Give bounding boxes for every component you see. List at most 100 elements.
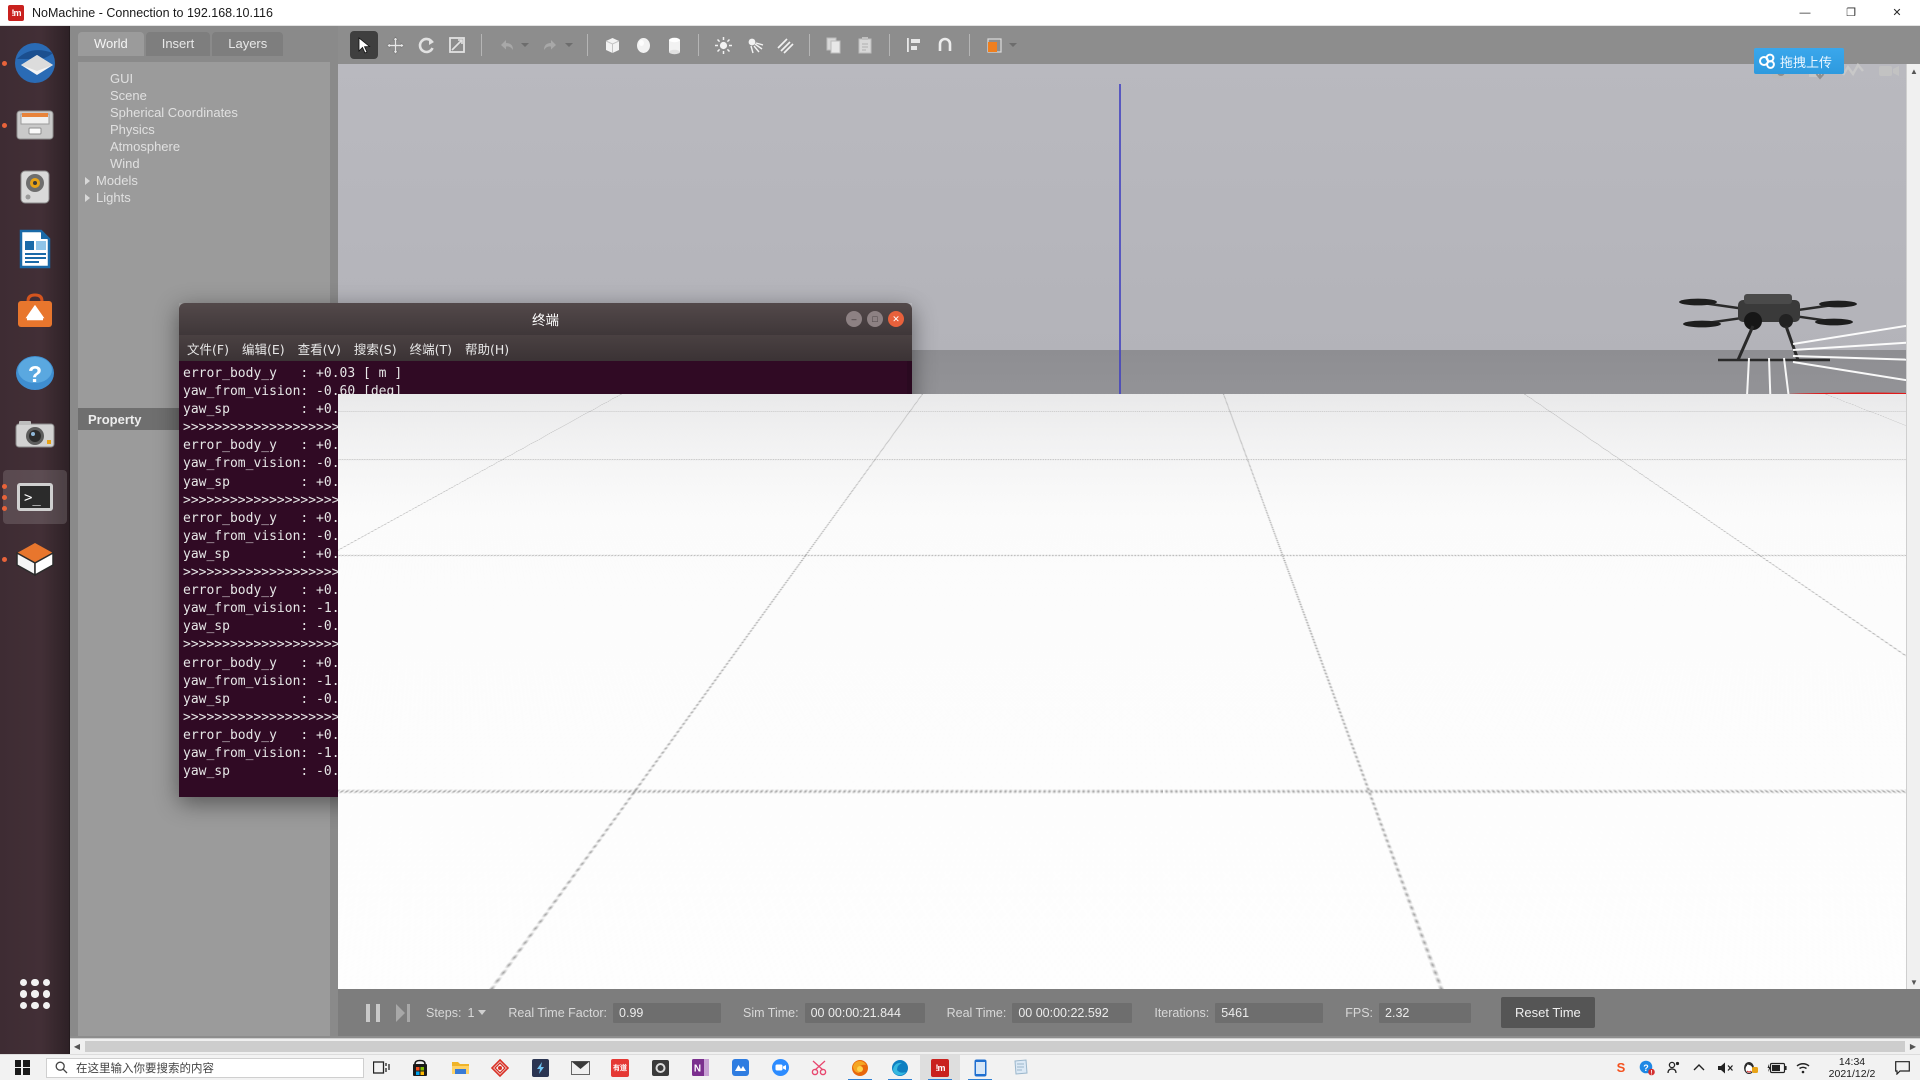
undo-dropdown-caret-icon[interactable] [521, 43, 529, 47]
insert-sphere-icon[interactable] [629, 31, 657, 59]
scroll-left-arrow-icon[interactable]: ◀ [70, 1040, 84, 1054]
taskbar-app-camera[interactable] [640, 1055, 680, 1080]
remote-desktop-area[interactable]: ? >_ World Insert Layers GUI Scene Spher… [0, 26, 1920, 1054]
menu-view[interactable]: 查看(V) [298, 339, 341, 358]
dock-item-rhythmbox[interactable] [0, 156, 70, 218]
terminal-minimize-button[interactable]: – [846, 311, 862, 327]
redo-icon[interactable] [536, 31, 564, 59]
menu-help[interactable]: 帮助(H) [465, 339, 509, 358]
help-alert-icon[interactable]: ? ! [1634, 1055, 1660, 1080]
redo-dropdown-caret-icon[interactable] [565, 43, 573, 47]
taskbar-app-firefox[interactable] [840, 1055, 880, 1080]
taskbar-app-snip-sketch[interactable] [800, 1055, 840, 1080]
menu-edit[interactable]: 编辑(E) [242, 339, 285, 358]
tab-insert[interactable]: Insert [145, 32, 211, 56]
taskbar-app-nomachine[interactable]: !m [920, 1054, 960, 1080]
taskbar-app-microsoft-edge[interactable] [880, 1055, 920, 1080]
gazebo-status-bar[interactable]: Steps: 1 Real Time Factor: 0.99 Sim Time… [338, 989, 1920, 1036]
view-angle-icon[interactable] [980, 31, 1008, 59]
directional-light-icon[interactable] [771, 31, 799, 59]
menu-terminal[interactable]: 终端(T) [410, 339, 452, 358]
tree-item-physics[interactable]: Physics [78, 121, 330, 138]
steps-value[interactable]: 1 [467, 1006, 474, 1020]
taskbar-app-mail[interactable] [560, 1055, 600, 1080]
tree-item-gui[interactable]: GUI [78, 70, 330, 87]
undo-icon[interactable] [492, 31, 520, 59]
start-button[interactable] [0, 1055, 44, 1080]
terminal-scrollbar[interactable] [907, 361, 912, 797]
tree-item-scene[interactable]: Scene [78, 87, 330, 104]
dock-item-libreoffice-writer[interactable] [0, 218, 70, 280]
dock-item-gazebo[interactable] [0, 528, 70, 590]
spot-light-icon[interactable] [740, 31, 768, 59]
people-icon[interactable] [1660, 1055, 1686, 1080]
taskbar-app-onenote[interactable]: N [680, 1055, 720, 1080]
gazebo-panel-tabs[interactable]: World Insert Layers [70, 26, 338, 56]
terminal-titlebar[interactable]: 终端 – □ ✕ [179, 303, 912, 335]
snap-icon[interactable] [931, 31, 959, 59]
tab-world[interactable]: World [78, 32, 144, 56]
terminal-output[interactable]: error_body_y : +0.03 [ m ] yaw_from_visi… [179, 361, 912, 797]
terminal-maximize-button[interactable]: □ [867, 311, 883, 327]
taskbar-app-your-phone[interactable] [960, 1055, 1000, 1080]
scale-mode-icon[interactable] [443, 31, 471, 59]
scroll-right-arrow-icon[interactable]: ▶ [1906, 1040, 1920, 1054]
taskbar-app-youdao-dict[interactable]: 有道 [600, 1055, 640, 1080]
terminal-close-button[interactable]: ✕ [888, 311, 904, 327]
view-angle-caret-icon[interactable] [1009, 43, 1017, 47]
taskbar-app-sticky-notes[interactable] [1000, 1055, 1040, 1080]
qq-icon[interactable] [1738, 1055, 1764, 1080]
show-hidden-icons-chevron-icon[interactable] [1686, 1055, 1712, 1080]
record-icon[interactable] [1876, 58, 1902, 84]
tree-item-spherical-coordinates[interactable]: Spherical Coordinates [78, 104, 330, 121]
show-applications-button[interactable] [0, 964, 70, 1024]
menu-file[interactable]: 文件(F) [187, 339, 229, 358]
copy-icon[interactable] [820, 31, 848, 59]
tree-item-atmosphere[interactable]: Atmosphere [78, 138, 330, 155]
search-input[interactable]: 在这里输入你要搜索的内容 [46, 1057, 364, 1078]
taskbar-clock[interactable]: 14:34 2021/12/2 [1816, 1056, 1888, 1080]
tree-item-models[interactable]: Models [78, 172, 330, 189]
restore-button[interactable]: ❐ [1828, 0, 1874, 26]
insert-cylinder-icon[interactable] [660, 31, 688, 59]
paste-icon[interactable] [851, 31, 879, 59]
taskbar-app-zoom[interactable] [760, 1055, 800, 1080]
terminal-scrollbar-thumb[interactable] [907, 757, 912, 797]
dock-item-ubuntu-software[interactable] [0, 280, 70, 342]
volume-muted-icon[interactable] [1712, 1055, 1738, 1080]
wifi-icon[interactable] [1790, 1055, 1816, 1080]
dock-item-terminal[interactable]: >_ [0, 466, 70, 528]
pause-button[interactable] [366, 1003, 380, 1022]
task-view-button[interactable] [364, 1055, 398, 1080]
menu-search[interactable]: 搜索(S) [354, 339, 397, 358]
close-button[interactable]: ✕ [1874, 0, 1920, 26]
ubuntu-launcher-dock[interactable]: ? >_ [0, 26, 70, 1054]
select-mode-icon[interactable] [350, 31, 378, 59]
window-horizontal-scrollbar[interactable]: ◀ ▶ [70, 1038, 1920, 1054]
scroll-up-arrow-icon[interactable]: ▲ [1907, 64, 1920, 78]
insert-box-icon[interactable] [598, 31, 626, 59]
battery-charging-icon[interactable] [1764, 1055, 1790, 1080]
taskbar-app-buttons[interactable]: 有道 N !m [400, 1054, 1040, 1080]
chevron-right-icon[interactable] [85, 193, 90, 202]
rotate-mode-icon[interactable] [412, 31, 440, 59]
taskbar-app-shadowsocks[interactable] [520, 1055, 560, 1080]
taskbar-app-wps-office[interactable] [480, 1055, 520, 1080]
terminal-window[interactable]: 终端 – □ ✕ 文件(F) 编辑(E) 查看(V) 搜索(S) 终端(T) 帮… [179, 303, 912, 797]
hscroll-thumb[interactable] [85, 1041, 1905, 1052]
minimize-button[interactable]: — [1782, 0, 1828, 26]
drag-upload-tooltip[interactable]: 拖拽上传 [1753, 48, 1844, 74]
action-center-button[interactable] [1888, 1055, 1916, 1080]
dock-item-thunderbird[interactable] [0, 32, 70, 94]
scroll-down-arrow-icon[interactable]: ▼ [1907, 975, 1920, 989]
tab-layers[interactable]: Layers [212, 32, 284, 56]
gazebo-toolbar[interactable] [338, 26, 1920, 64]
viewport-vertical-scrollbar[interactable]: ▲ ▼ [1906, 64, 1920, 989]
dock-item-help[interactable]: ? [0, 342, 70, 404]
dock-item-shotwell[interactable] [0, 404, 70, 466]
taskbar-app-file-explorer[interactable] [440, 1055, 480, 1080]
align-icon[interactable] [900, 31, 928, 59]
translate-mode-icon[interactable] [381, 31, 409, 59]
sogou-input-icon[interactable]: S [1608, 1055, 1634, 1080]
tree-item-wind[interactable]: Wind [78, 155, 330, 172]
